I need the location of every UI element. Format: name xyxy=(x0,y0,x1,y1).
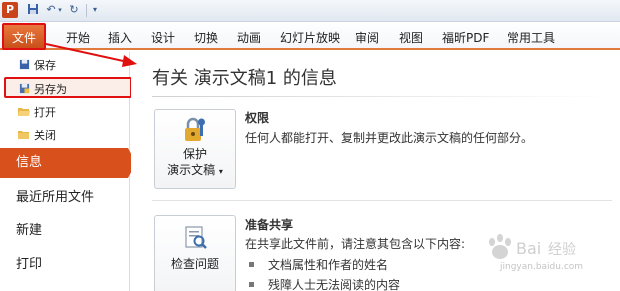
save-icon xyxy=(18,59,30,71)
bullet-icon xyxy=(249,262,254,267)
tab-foxit-pdf[interactable]: 福昕PDF xyxy=(442,29,489,46)
title-bar: P ↶ ▾ ↻ ▾ xyxy=(0,0,620,22)
tab-insert[interactable]: 插入 xyxy=(108,29,132,46)
page-title: 有关 演示文稿1 的信息 xyxy=(152,68,337,89)
watermark-text: jingyan.baidu.com xyxy=(500,262,584,272)
menu-item-close[interactable]: 关闭 xyxy=(2,125,126,146)
svg-text:Bai: Bai xyxy=(516,239,541,258)
backstage-menu: 保存 另存为 打开 关闭 信息 最近所用文件 新建 打印 xyxy=(0,52,136,291)
menu-item-label: 打印 xyxy=(16,257,43,272)
menu-item-label: 保存 xyxy=(34,59,56,72)
tab-file[interactable]: 文件 xyxy=(2,23,46,50)
menu-item-save-as[interactable]: 另存为 xyxy=(4,77,132,98)
permissions-description: 任何人都能打开、复制并更改此演示文稿的任何部分。 xyxy=(245,131,534,145)
menu-item-label: 信息 xyxy=(16,155,43,170)
card-label: 检查问题 xyxy=(170,257,219,271)
tab-design[interactable]: 设计 xyxy=(151,29,175,46)
powerpoint-app-icon[interactable]: P xyxy=(2,2,18,18)
ribbon-tab-bar: 文件 开始 插入 设计 切换 动画 幻灯片放映 审阅 视图 福昕PDF 常用工具 xyxy=(0,22,620,50)
sharing-description: 在共享此文件前，请注意其包含以下内容: xyxy=(245,237,466,251)
check-for-issues-button[interactable]: 检查问题 xyxy=(154,215,236,291)
tab-transitions[interactable]: 切换 xyxy=(194,29,218,46)
menu-item-label: 新建 xyxy=(16,223,43,238)
menu-item-save[interactable]: 保存 xyxy=(2,55,126,76)
card-label-line2: 演示文稿 xyxy=(167,163,216,177)
tab-review[interactable]: 审阅 xyxy=(355,29,379,46)
open-folder-icon xyxy=(18,106,30,118)
close-folder-icon xyxy=(18,129,30,141)
protect-presentation-button[interactable]: 保护 演示文稿 ▾ xyxy=(154,109,236,189)
lock-key-icon xyxy=(155,110,235,146)
section-divider xyxy=(152,200,612,201)
toolbar-separator xyxy=(86,4,87,17)
customize-toolbar-icon[interactable]: ▾ xyxy=(90,3,100,17)
menu-item-open[interactable]: 打开 xyxy=(2,102,126,123)
card-label-line1: 保护 xyxy=(182,147,207,161)
list-item: 残障人士无法阅读的内容 xyxy=(249,276,400,291)
menu-item-label: 关闭 xyxy=(34,129,56,142)
menu-item-info[interactable]: 信息 xyxy=(0,148,136,178)
redo-icon[interactable]: ↻ xyxy=(67,3,81,17)
card-label-line2-row: 演示文稿 ▾ xyxy=(155,162,235,180)
tab-view[interactable]: 视图 xyxy=(399,29,423,46)
baidu-watermark-logo: Bai 经验 xyxy=(489,234,576,259)
bullet-icon xyxy=(249,282,254,287)
save-as-icon xyxy=(18,83,30,95)
tab-animations[interactable]: 动画 xyxy=(237,29,261,46)
menu-item-print[interactable]: 打印 xyxy=(0,250,128,280)
list-item: 文档属性和作者的姓名 xyxy=(249,256,388,273)
list-item-text: 文档属性和作者的姓名 xyxy=(268,258,389,272)
dropdown-arrow-icon: ▾ xyxy=(218,167,223,176)
tab-common-tools[interactable]: 常用工具 xyxy=(507,29,555,46)
menu-item-label: 打开 xyxy=(34,106,56,119)
menu-item-label: 另存为 xyxy=(34,83,67,96)
tab-slideshow[interactable]: 幻灯片放映 xyxy=(280,29,340,46)
menu-item-label: 最近所用文件 xyxy=(16,190,95,205)
sharing-heading: 准备共享 xyxy=(245,218,294,232)
list-item-text: 残障人士无法阅读的内容 xyxy=(268,278,401,291)
menu-item-recent[interactable]: 最近所用文件 xyxy=(0,183,128,213)
inspect-document-icon xyxy=(155,216,235,256)
tab-home[interactable]: 开始 xyxy=(66,29,90,46)
permissions-heading: 权限 xyxy=(245,111,270,125)
save-icon[interactable] xyxy=(26,3,40,17)
title-divider xyxy=(152,96,612,97)
menu-item-new[interactable]: 新建 xyxy=(0,216,128,246)
svg-text:经验: 经验 xyxy=(548,242,576,258)
undo-dropdown-icon[interactable]: ▾ xyxy=(56,3,64,17)
